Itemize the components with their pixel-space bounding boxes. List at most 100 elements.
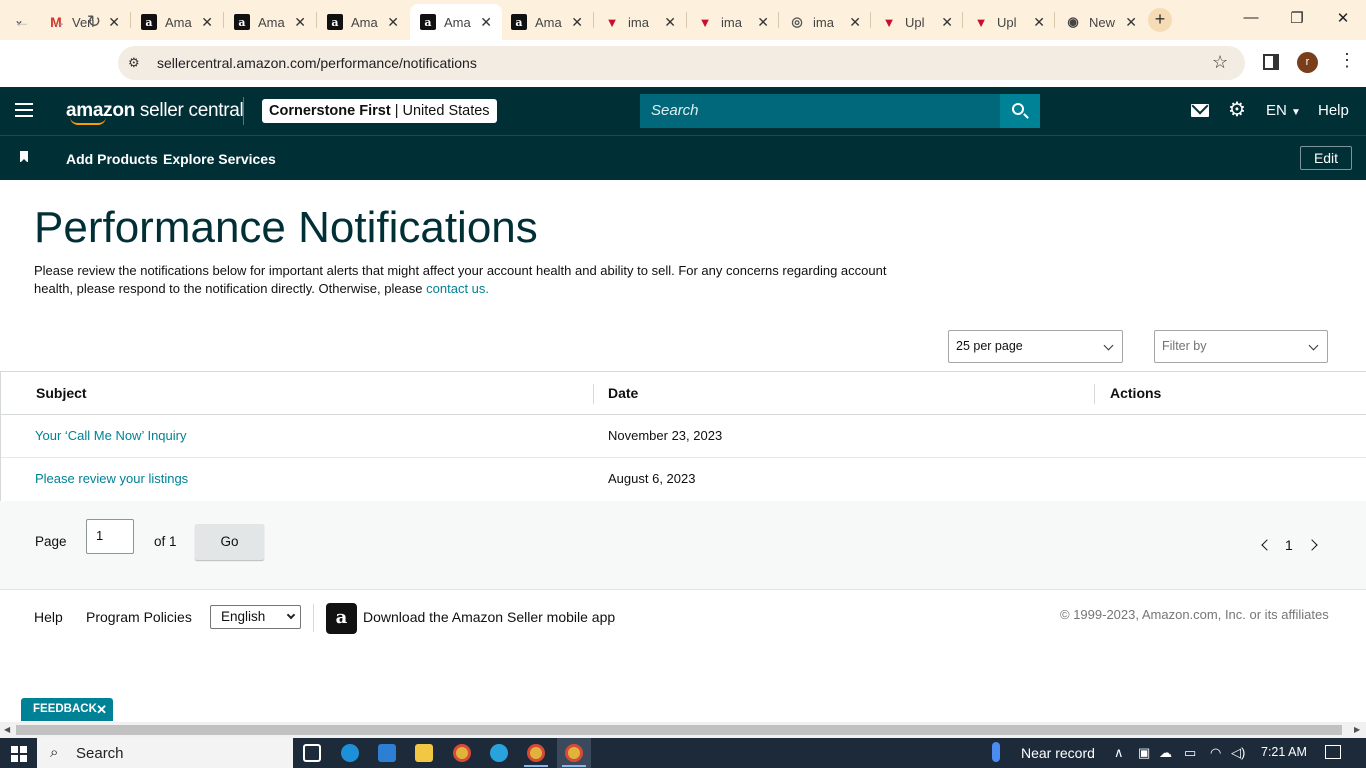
close-icon[interactable]: ✕	[1125, 14, 1137, 30]
close-icon[interactable]: ✕	[387, 14, 399, 30]
chrome-icon: ◉	[1067, 14, 1079, 29]
site-settings-icon[interactable]: ⚙	[128, 55, 140, 71]
volume-icon[interactable]: ◁)	[1231, 745, 1245, 761]
browser-tab[interactable]: a Ama ✕	[501, 4, 593, 40]
browser-tab[interactable]: ◎ ima ✕	[779, 4, 871, 40]
per-page-select[interactable]: 25 per page	[948, 330, 1123, 363]
browser-tab-active[interactable]: a Ama ✕	[410, 4, 502, 40]
explore-services-link[interactable]: Explore Services	[163, 151, 276, 167]
column-header-date[interactable]: Date	[608, 385, 638, 401]
add-products-link[interactable]: Add Products	[66, 151, 158, 167]
horizontal-scrollbar[interactable]: ◀ ▶	[0, 722, 1366, 738]
amazon-app-icon[interactable]: a	[326, 603, 357, 634]
contact-us-link[interactable]: contact us.	[426, 281, 489, 296]
logo-suffix: seller central	[134, 100, 244, 121]
search-button[interactable]	[1000, 94, 1040, 128]
browser-tab[interactable]: ▼ Upl ✕	[963, 4, 1055, 40]
weather-text[interactable]: Near record	[1021, 745, 1095, 761]
table-header: Subject Date Actions	[1, 372, 1366, 415]
amazon-icon: a	[327, 14, 343, 30]
close-icon[interactable]: ✕	[201, 14, 213, 30]
windows-start-icon[interactable]	[11, 746, 27, 762]
file-explorer-icon[interactable]	[415, 744, 433, 762]
browser-tab[interactable]: a Ama ✕	[131, 4, 223, 40]
close-icon[interactable]: ✕	[294, 14, 306, 30]
browser-tab[interactable]: a Ama ✕	[224, 4, 316, 40]
close-icon[interactable]: ✕	[664, 14, 676, 30]
new-tab-button[interactable]: +	[1148, 8, 1172, 32]
close-icon[interactable]: ✕	[849, 14, 861, 30]
bookmark-icon[interactable]	[20, 151, 28, 163]
taskbar-search-text[interactable]: Search	[76, 745, 124, 762]
restore-icon[interactable]: ❐	[1287, 9, 1307, 27]
tab-label: Upl	[997, 14, 1017, 30]
wifi-icon[interactable]: ◠	[1210, 745, 1221, 761]
filter-select[interactable]: Filter by	[1154, 330, 1328, 363]
more-options-icon[interactable]: ⋮	[1338, 50, 1356, 71]
hamburger-menu-icon[interactable]	[15, 103, 33, 117]
forward-icon[interactable]: →	[46, 12, 70, 32]
chevron-up-icon[interactable]: ∧	[1114, 745, 1124, 761]
notification-date: November 23, 2023	[608, 428, 723, 443]
notification-center-icon[interactable]	[1325, 745, 1341, 759]
caret-down-icon: ▼	[1291, 107, 1301, 118]
chrome-icon[interactable]	[527, 744, 545, 762]
close-icon[interactable]: ✕	[108, 14, 120, 30]
current-page-number[interactable]: 1	[1285, 537, 1293, 553]
back-icon[interactable]: ←	[10, 12, 34, 32]
column-header-subject[interactable]: Subject	[36, 385, 87, 401]
bookmark-star-icon[interactable]: ☆	[1212, 52, 1228, 73]
onedrive-cloud-icon[interactable]: ☁	[1159, 745, 1172, 761]
footer-help-link[interactable]: Help	[34, 609, 63, 625]
search-icon	[1012, 103, 1024, 115]
close-icon[interactable]: ✕	[480, 14, 492, 30]
feedback-button[interactable]: FEEDBACK ✕	[21, 698, 113, 721]
edit-button[interactable]: Edit	[1300, 146, 1352, 170]
close-icon[interactable]: ✕	[571, 14, 583, 30]
browser-tab[interactable]: ▼ ima ✕	[687, 4, 779, 40]
gear-icon[interactable]: ⚙	[1228, 99, 1246, 121]
edge-icon[interactable]	[341, 744, 359, 762]
page-number-input[interactable]: 1	[86, 519, 134, 554]
side-panel-icon[interactable]	[1263, 54, 1279, 70]
search-icon: ⌕	[50, 744, 59, 761]
notification-subject-link[interactable]: Your ‘Call Me Now’ Inquiry	[35, 428, 187, 443]
browser-tab[interactable]: ▼ Upl ✕	[871, 4, 963, 40]
close-icon[interactable]: ✕	[941, 14, 953, 30]
clock-time[interactable]: 7:21 AM	[1261, 745, 1307, 759]
scrollbar-thumb[interactable]	[16, 725, 1342, 735]
url-text[interactable]: sellercentral.amazon.com/performance/not…	[157, 55, 477, 71]
browser-tab[interactable]: ▼ ima ✕	[594, 4, 686, 40]
help-link[interactable]: Help	[1318, 102, 1349, 119]
footer-language-select[interactable]: English	[210, 605, 301, 629]
search-input[interactable]: Search	[640, 94, 1000, 128]
chrome-icon[interactable]	[453, 744, 471, 762]
task-view-icon[interactable]	[303, 744, 321, 762]
program-policies-link[interactable]: Program Policies	[86, 609, 192, 625]
weather-thermometer-icon[interactable]	[992, 742, 1000, 762]
telegram-icon[interactable]	[490, 744, 508, 762]
window-close-icon[interactable]: ✕	[1333, 9, 1353, 27]
notification-subject-link[interactable]: Please review your listings	[35, 471, 188, 486]
download-app-link[interactable]: Download the Amazon Seller mobile app	[363, 609, 615, 625]
account-switcher[interactable]: Cornerstone First | United States	[262, 99, 497, 123]
store-icon[interactable]	[378, 744, 396, 762]
tab-label: Ama	[258, 14, 285, 30]
close-icon[interactable]: ✕	[757, 14, 769, 30]
go-button[interactable]: Go	[195, 524, 264, 560]
battery-icon[interactable]: ▭	[1184, 745, 1196, 761]
language-menu[interactable]: EN ▼	[1266, 102, 1301, 119]
meet-now-icon[interactable]: ▣	[1138, 745, 1150, 761]
scroll-left-icon[interactable]: ◀	[4, 725, 10, 734]
page-label: Page	[35, 534, 67, 549]
scroll-right-icon[interactable]: ▶	[1354, 725, 1360, 734]
browser-tab[interactable]: a Ama ✕	[317, 4, 409, 40]
reload-icon[interactable]: ↻	[82, 12, 106, 32]
chrome-icon[interactable]	[565, 744, 583, 762]
close-icon[interactable]: ✕	[96, 698, 107, 721]
close-icon[interactable]: ✕	[1033, 14, 1045, 30]
browser-tab[interactable]: ◉ New ✕	[1055, 4, 1147, 40]
minimize-icon[interactable]: —	[1241, 9, 1261, 26]
profile-avatar[interactable]: r	[1297, 52, 1318, 73]
mail-icon[interactable]	[1191, 104, 1209, 117]
